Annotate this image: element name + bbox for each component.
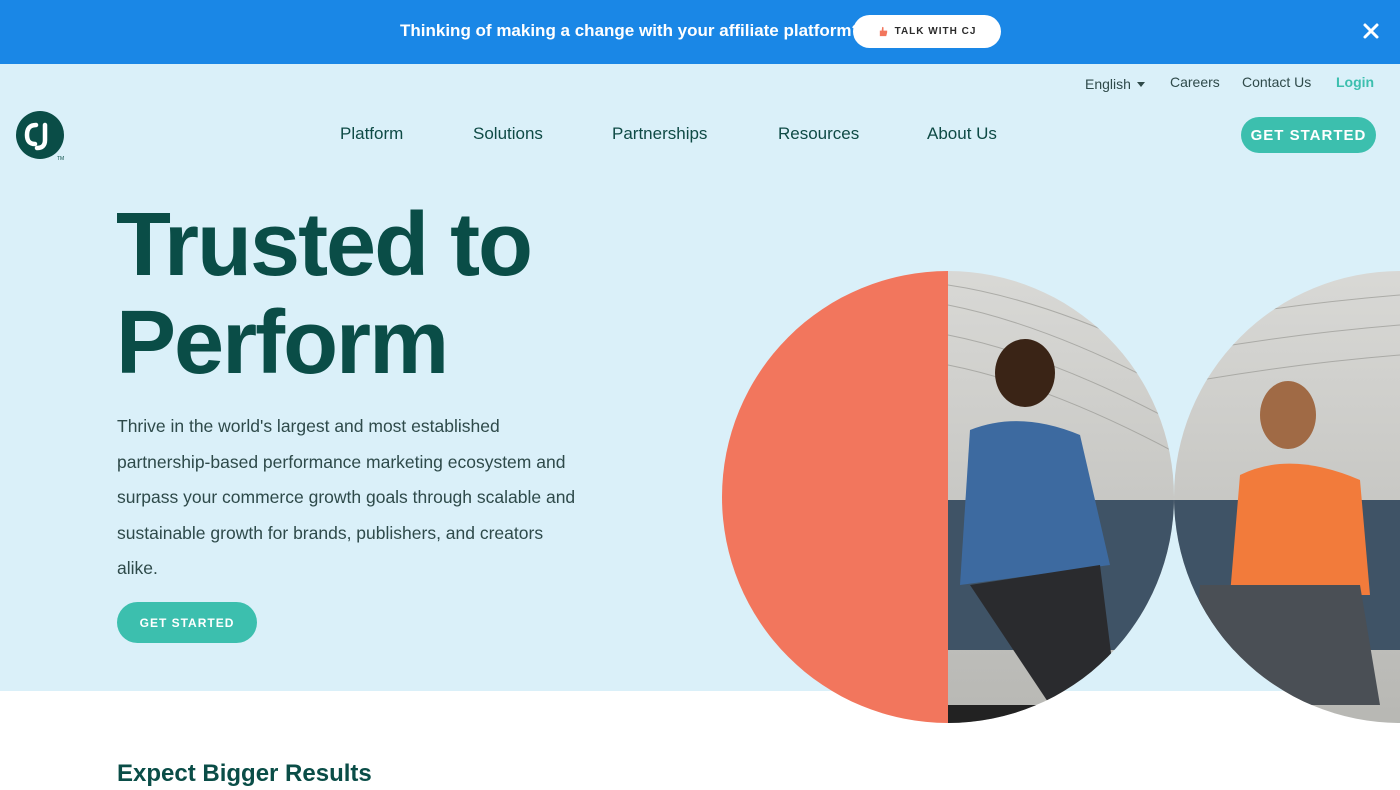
language-selector[interactable]: English [1085,74,1145,94]
talk-with-cj-label: TALK WITH CJ [894,26,977,37]
hero-description: Thrive in the world's largest and most e… [117,416,576,578]
photo-woman-talking [1174,271,1400,723]
section-heading: Expect Bigger Results [117,760,372,787]
hero-title: Trusted to Perform [116,196,676,392]
hero-get-started-button[interactable]: GET STARTED [117,602,257,643]
nav-resources[interactable]: Resources [778,124,859,144]
hero-title-line2: Perform [116,293,449,393]
header-get-started-button[interactable]: GET STARTED [1241,117,1376,153]
cj-logo[interactable]: TM [15,110,67,162]
banner-message: Thinking of making a change with your af… [400,21,862,40]
hero-title-line1: Trusted to [116,195,533,295]
nav-platform[interactable]: Platform [340,124,403,144]
photo-man-talking [947,271,1174,723]
contact-us-link[interactable]: Contact Us [1242,74,1311,94]
talk-with-cj-button[interactable]: TALK WITH CJ [853,15,1001,48]
login-link[interactable]: Login [1336,74,1374,94]
nav-partnerships[interactable]: Partnerships [612,124,707,144]
nav-solutions[interactable]: Solutions [473,124,543,144]
announcement-banner: Thinking of making a change with your af… [0,0,1400,64]
nav-about-us[interactable]: About Us [927,124,997,144]
caret-down-icon [1136,81,1145,87]
hero-illustration [722,271,1400,723]
coral-half-circle [722,271,948,723]
language-label: English [1085,76,1131,92]
hand-point-icon [879,26,887,37]
trademark-symbol: TM [57,156,64,162]
careers-link[interactable]: Careers [1170,74,1220,94]
close-icon[interactable] [1361,21,1381,41]
